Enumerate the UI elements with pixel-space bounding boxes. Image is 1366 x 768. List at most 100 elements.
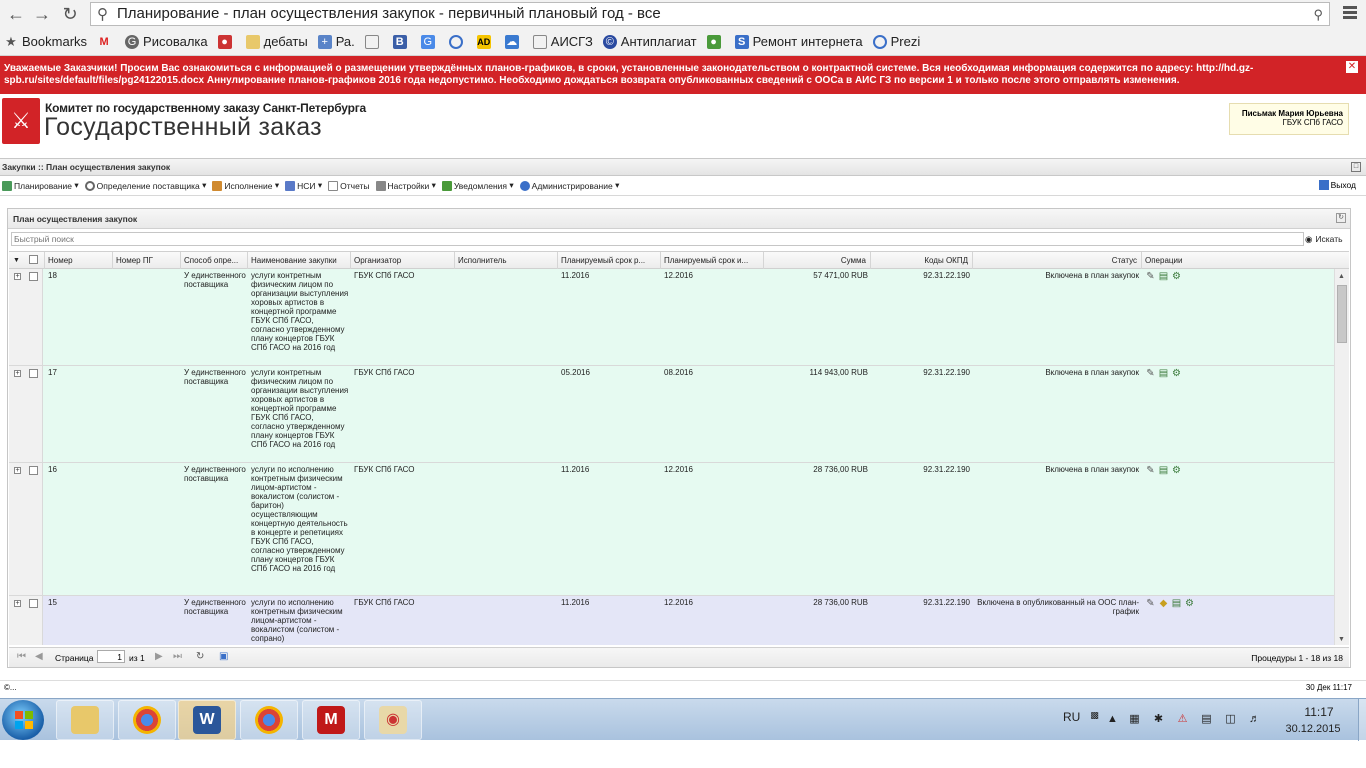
bookmark-page[interactable] <box>364 34 383 49</box>
expand-icon[interactable]: + <box>14 600 21 607</box>
clock-time[interactable]: 11:17 <box>1293 705 1345 719</box>
network-share-icon[interactable]: ✱ <box>1152 713 1165 726</box>
menu-execution[interactable]: Исполнение ▾ <box>212 180 279 191</box>
update-icon[interactable]: ⚠ <box>1176 713 1189 726</box>
bookmark-gmail[interactable]: M <box>97 35 115 49</box>
bookmark-prezi[interactable]: Prezi <box>872 34 920 49</box>
table-row[interactable]: + 17 У единственного поставщика услуги к… <box>9 366 1334 463</box>
bookmark-b[interactable]: B <box>392 34 411 49</box>
gear-icon[interactable]: ⚙ <box>1171 465 1182 476</box>
expand-icon[interactable]: + <box>14 370 21 377</box>
taskbar-paint[interactable]: ◉ <box>364 700 422 740</box>
expand-icon[interactable]: + <box>14 467 21 474</box>
address-bar[interactable]: ⚲ Планирование - план осуществления заку… <box>90 2 1330 26</box>
menu-supplier[interactable]: Определение поставщика ▾ <box>84 180 206 191</box>
row-checkbox[interactable] <box>29 272 38 281</box>
first-page-icon[interactable]: ⏮ <box>17 651 26 662</box>
bookmark-risovalka[interactable]: G Рисовалка <box>125 34 208 49</box>
chart-icon[interactable]: ▤ <box>1171 598 1182 609</box>
grid-scrollbar[interactable]: ▲ ▼ <box>1334 269 1349 645</box>
next-page-icon[interactable]: ▶ <box>155 651 163 662</box>
header-select-all[interactable]: ▼ <box>9 252 45 269</box>
menu-notifications[interactable]: Уведомления ▾ <box>441 180 514 191</box>
edit-icon[interactable]: ✎ <box>1145 465 1156 476</box>
refresh-icon[interactable]: ↻ <box>196 651 204 662</box>
taskbar-explorer[interactable] <box>56 700 114 740</box>
col-method[interactable]: Способ опре... <box>181 252 248 269</box>
row-checkbox[interactable] <box>29 369 38 378</box>
save-icon[interactable]: ▣ <box>219 651 228 662</box>
start-button[interactable] <box>2 700 44 740</box>
table-row[interactable]: + 15 У единственного поставщика услуги п… <box>9 596 1334 645</box>
search-button[interactable]: ◉ Искать <box>1305 232 1349 246</box>
col-organizer[interactable]: Организатор <box>351 252 455 269</box>
close-icon[interactable]: ✕ <box>1346 61 1358 73</box>
edit-icon[interactable]: ✎ <box>1145 271 1156 282</box>
chart-icon[interactable]: ▤ <box>1158 465 1169 476</box>
language-indicator[interactable]: RU <box>1063 710 1080 724</box>
col-pg-number[interactable]: Номер ПГ <box>113 252 181 269</box>
scroll-up-icon[interactable]: ▲ <box>1338 273 1345 280</box>
col-plan-date-end[interactable]: Планируемый срок и... <box>661 252 764 269</box>
bookmark-ad[interactable]: AD <box>476 34 495 49</box>
edit-icon[interactable]: ✎ <box>1145 598 1156 609</box>
windows-flag-icon[interactable]: ▦ <box>1128 713 1141 726</box>
gear-icon[interactable]: ⚙ <box>1171 368 1182 379</box>
col-name[interactable]: Наименование закупки <box>248 252 351 269</box>
bookmark-green[interactable]: ● <box>706 34 725 49</box>
prev-page-icon[interactable]: ◀ <box>35 651 43 662</box>
scroll-down-icon[interactable]: ▼ <box>1338 636 1345 643</box>
bookmark-antiplagiat[interactable]: © Антиплагиат <box>602 34 697 49</box>
col-number[interactable]: Номер <box>45 252 113 269</box>
taskbar-mcafee[interactable]: M <box>302 700 360 740</box>
menu-reports[interactable]: Отчеты <box>328 180 370 191</box>
select-all-checkbox[interactable] <box>29 255 38 264</box>
bookmark-remont[interactable]: S Ремонт интернета <box>734 34 863 49</box>
chart-icon[interactable]: ▤ <box>1158 271 1169 282</box>
menu-settings[interactable]: Настройки ▾ <box>375 180 436 191</box>
gear-icon[interactable]: ⚙ <box>1171 271 1182 282</box>
taskbar-word[interactable]: W <box>178 700 236 740</box>
taskbar-chrome[interactable] <box>118 700 176 740</box>
page-input[interactable] <box>97 650 125 663</box>
table-row[interactable]: + 18 У единственного поставщика услуги к… <box>9 269 1334 366</box>
taskbar-chrome-2[interactable] <box>240 700 298 740</box>
collapse-icon[interactable]: □ <box>1351 162 1361 172</box>
logout-button[interactable]: Выход <box>1318 180 1356 190</box>
last-page-icon[interactable]: ⏭ <box>173 651 182 662</box>
col-status[interactable]: Статус <box>973 252 1142 269</box>
clock-date[interactable]: 30.12.2015 <box>1281 723 1345 735</box>
bookmark-translate[interactable]: G <box>420 34 439 49</box>
scroll-thumb[interactable] <box>1337 285 1347 343</box>
keyboard-icon[interactable]: ▩ <box>1088 709 1101 722</box>
show-desktop-button[interactable] <box>1358 699 1366 741</box>
publish-icon[interactable]: ◆ <box>1158 598 1169 609</box>
table-row[interactable]: + 16 У единственного поставщика услуги п… <box>9 463 1334 596</box>
bookmark-cloud[interactable]: ☁ <box>504 34 523 49</box>
menu-nsi[interactable]: НСИ ▾ <box>285 180 322 191</box>
expand-icon[interactable]: + <box>14 273 21 280</box>
col-okpd[interactable]: Коды ОКПД <box>871 252 973 269</box>
chart-icon[interactable]: ▤ <box>1158 368 1169 379</box>
search-input[interactable] <box>11 232 1304 246</box>
bookmark-circle[interactable] <box>448 34 467 49</box>
bookmark-debaty[interactable]: дебаты <box>245 34 308 49</box>
browser-menu-icon[interactable] <box>1340 4 1360 24</box>
reload-icon[interactable]: ↻ <box>60 4 80 24</box>
refresh-icon[interactable]: ↻ <box>1336 213 1346 223</box>
menu-admin[interactable]: Администрирование ▾ <box>519 180 619 191</box>
tray-expand-icon[interactable]: ▲ <box>1106 713 1119 726</box>
bookmark-aisgz[interactable]: АИСГЗ <box>532 34 593 49</box>
volume-icon[interactable]: ♬ <box>1248 713 1261 726</box>
col-executor[interactable]: Исполнитель <box>455 252 558 269</box>
bookmark-vk[interactable]: ● <box>217 34 236 49</box>
gear-icon[interactable]: ⚙ <box>1184 598 1195 609</box>
menu-planning[interactable]: Планирование ▾ <box>2 180 79 191</box>
col-plan-date-start[interactable]: Планируемый срок р... <box>558 252 661 269</box>
forward-arrow-icon[interactable]: → <box>32 4 52 24</box>
edit-icon[interactable]: ✎ <box>1145 368 1156 379</box>
back-arrow-icon[interactable]: ← <box>6 4 26 24</box>
row-checkbox[interactable] <box>29 466 38 475</box>
row-checkbox[interactable] <box>29 599 38 608</box>
col-sum[interactable]: Сумма <box>764 252 871 269</box>
